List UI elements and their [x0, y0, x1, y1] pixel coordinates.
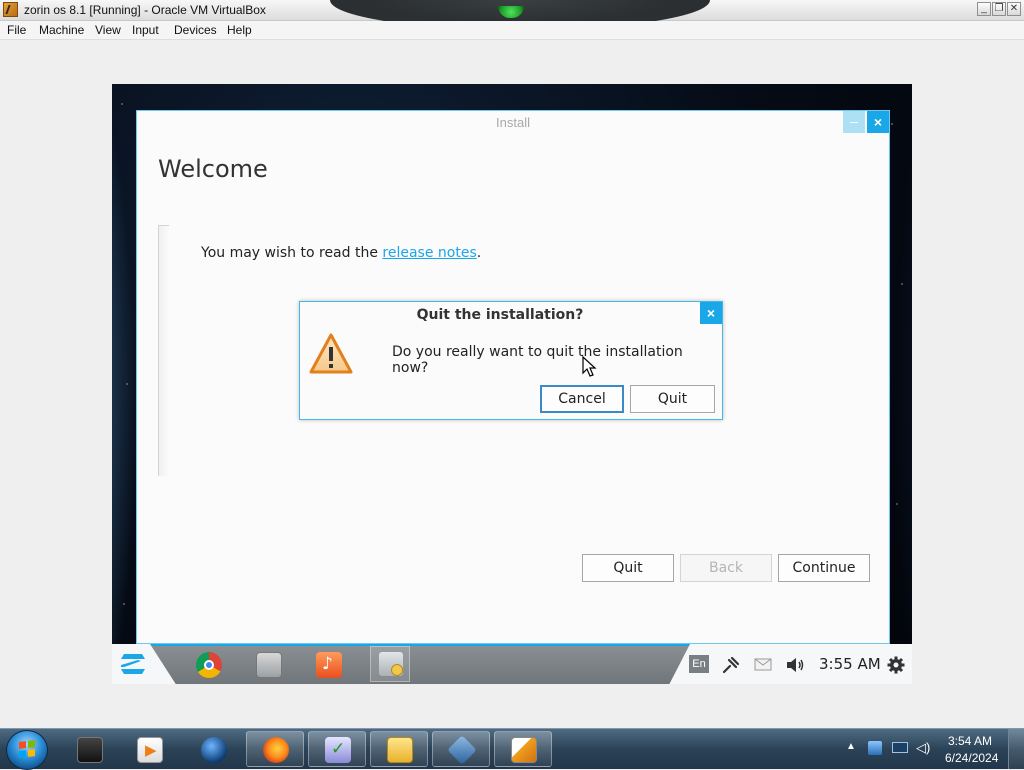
installer-taskbar-item[interactable]: [370, 646, 410, 682]
browser-globe-icon: [201, 737, 227, 763]
settings-icon[interactable]: [887, 656, 905, 674]
mail-icon[interactable]: [754, 658, 772, 671]
minimize-icon[interactable]: _: [977, 2, 991, 16]
page-title: Welcome: [158, 155, 268, 183]
start-button[interactable]: [6, 730, 48, 770]
terminal-icon: [77, 737, 103, 763]
taskbar-checklist[interactable]: ✓: [308, 731, 366, 767]
virtualbox-icon: [447, 735, 477, 765]
release-notes-prefix: You may wish to read the: [201, 245, 383, 261]
release-notes-link[interactable]: release notes: [382, 245, 476, 261]
window-title: zorin os 8.1 [Running] - Oracle VM Virtu…: [24, 3, 266, 17]
continue-button[interactable]: Continue: [778, 554, 870, 582]
dialog-close-button[interactable]: ×: [700, 302, 722, 324]
tray-app-icon[interactable]: [868, 741, 882, 755]
quit-dialog: Quit the installation? × Do you really w…: [299, 301, 723, 420]
menu-file[interactable]: File: [7, 23, 26, 37]
checklist-icon: ✓: [325, 737, 351, 763]
back-button[interactable]: Back: [680, 554, 772, 582]
close-icon[interactable]: ✕: [1007, 2, 1021, 16]
file-manager-icon: [387, 737, 413, 763]
tray-volume-icon[interactable]: ◁): [916, 740, 930, 756]
status-led-icon: [498, 6, 524, 18]
taskbar-browser[interactable]: [184, 731, 242, 767]
installer-minimize-button[interactable]: –: [843, 111, 865, 133]
chrome-icon[interactable]: [196, 652, 222, 678]
zorin-menu-icon[interactable]: [118, 650, 148, 678]
menu-help[interactable]: Help: [227, 23, 252, 37]
show-desktop-button[interactable]: [1008, 729, 1024, 769]
app-64-icon: [511, 737, 537, 763]
network-icon[interactable]: [722, 656, 740, 674]
guest-clock[interactable]: 3:55 AM: [819, 655, 881, 673]
taskbar-file-manager[interactable]: [370, 731, 428, 767]
warning-icon: [309, 333, 353, 374]
taskbar-media-player[interactable]: ▶: [120, 731, 178, 767]
release-notes-suffix: .: [476, 245, 482, 261]
tray-network-icon[interactable]: [892, 742, 908, 753]
menu-input[interactable]: Input: [132, 23, 159, 37]
quit-button[interactable]: Quit: [582, 554, 674, 582]
dialog-cancel-button[interactable]: Cancel: [540, 385, 624, 413]
taskbar-virtualbox[interactable]: [432, 731, 490, 767]
vbox-menubar: File Machine View Input Devices Help: [0, 21, 1024, 40]
guest-taskbar: ♪ En 3:55 AM: [112, 644, 912, 684]
dialog-quit-button[interactable]: Quit: [630, 385, 715, 413]
guest-launcher-bar: [150, 644, 690, 684]
menu-devices[interactable]: Devices: [174, 23, 217, 37]
installer-icon: [379, 652, 403, 676]
mouse-cursor-icon: [582, 356, 597, 377]
firefox-icon: [263, 737, 289, 763]
taskbar-app-64[interactable]: [494, 731, 552, 767]
language-list-frame[interactable]: [158, 225, 169, 476]
installer-title: Install: [496, 115, 530, 130]
virtualbox-app-icon: [3, 2, 18, 17]
host-clock-time[interactable]: 3:54 AM: [948, 734, 992, 748]
taskbar-terminal[interactable]: [60, 731, 118, 767]
host-clock-date[interactable]: 6/24/2024: [945, 751, 998, 765]
restore-icon[interactable]: ❐: [992, 2, 1006, 16]
guest-screen[interactable]: Install – × Welcome You may wish to read…: [112, 84, 912, 684]
volume-icon[interactable]: [785, 656, 805, 674]
files-icon[interactable]: [256, 652, 282, 678]
dialog-title: Quit the installation?: [416, 307, 584, 323]
menu-machine[interactable]: Machine: [39, 23, 84, 37]
host-taskbar: ▶ ✓ ▲ ◁) 3:54 AM 6/24/2024: [0, 728, 1024, 770]
installer-close-button[interactable]: ×: [867, 111, 889, 133]
system-tray: ▲ ◁) 3:54 AM 6/24/2024: [840, 729, 1024, 769]
language-indicator[interactable]: En: [689, 655, 709, 673]
show-hidden-icons-icon[interactable]: ▲: [846, 741, 856, 752]
taskbar-firefox[interactable]: [246, 731, 304, 767]
dialog-message: Do you really want to quit the installat…: [392, 344, 683, 376]
release-notes-text: You may wish to read the release notes.: [201, 245, 481, 261]
menu-view[interactable]: View: [95, 23, 121, 37]
media-player-icon: ▶: [137, 737, 163, 763]
music-icon[interactable]: ♪: [316, 652, 342, 678]
